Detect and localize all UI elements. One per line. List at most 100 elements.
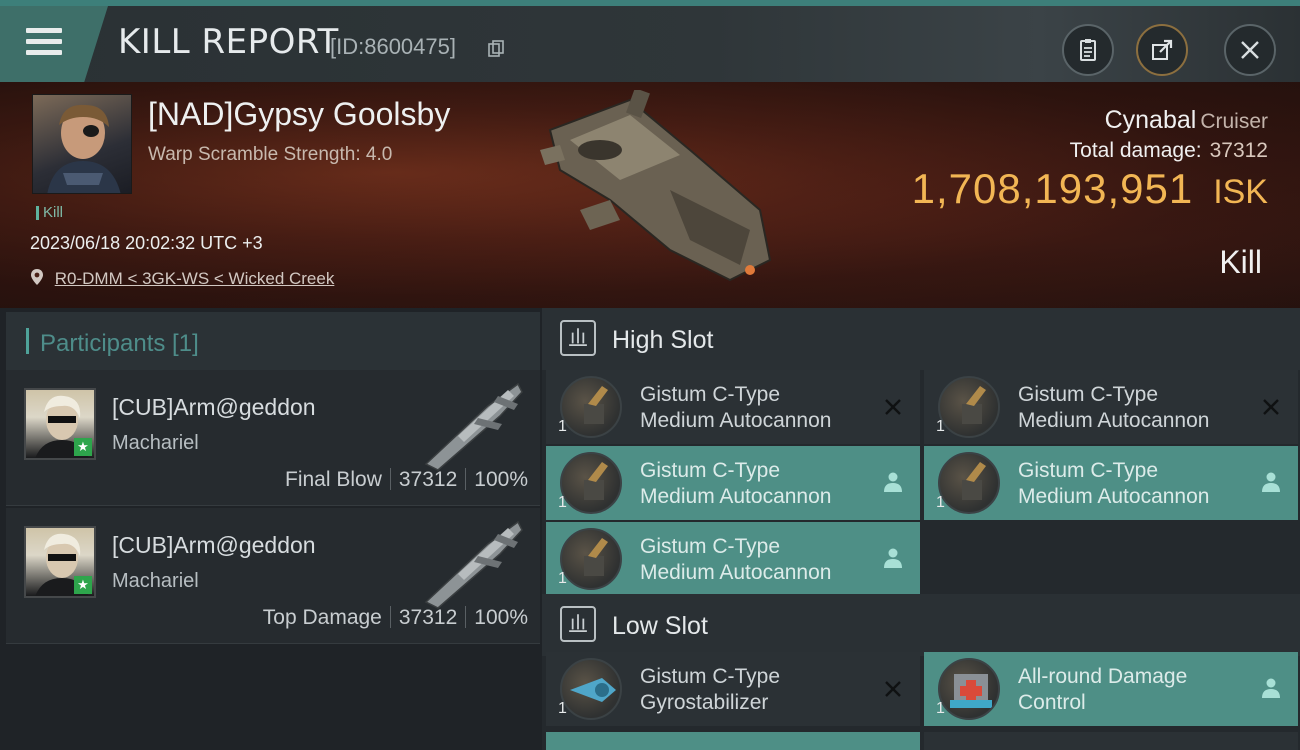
clipboard-icon — [1080, 39, 1096, 61]
participant-damage: 37312 — [398, 606, 458, 629]
module-name: Gistum C-Type Medium Autocannon — [640, 459, 832, 508]
module-qty: 1 — [936, 494, 945, 511]
high-slot-title: High Slot — [612, 326, 714, 354]
autocannon-icon — [560, 452, 622, 514]
x-icon — [885, 399, 901, 415]
module-name: Gistum C-Type Medium Autocannon — [640, 535, 832, 584]
total-damage-value: 37312 — [1209, 139, 1268, 162]
isk-line: 1,708,193,951 ISK — [912, 165, 1268, 213]
star-icon: ★ — [74, 438, 92, 456]
participant-ship-image — [424, 382, 523, 471]
victim-name[interactable]: [NAD]Gypsy Goolsby — [148, 96, 450, 133]
menu-button[interactable] — [0, 6, 108, 82]
autocannon-icon — [938, 452, 1000, 514]
kill-id: [ID:8600475] — [330, 34, 456, 59]
autocannon-icon — [560, 376, 622, 438]
module-qty: 1 — [558, 494, 567, 511]
module-item[interactable]: 1 Gistum C-Type Medium Autocannon — [546, 522, 920, 596]
kill-report-window: KILL REPORT [ID:8600475] [NAD]Gypsy Gool… — [0, 0, 1300, 750]
isk-value: 1,708,193,951 — [911, 165, 1194, 212]
module-qty: 1 — [558, 700, 567, 717]
participants-title: Participants [1] — [40, 330, 199, 357]
participants-header[interactable]: Participants [1] — [6, 312, 540, 372]
damage-control-icon — [938, 658, 1000, 720]
warp-scramble-strength: Warp Scramble Strength: 4.0 — [148, 144, 393, 165]
module-item[interactable]: 1 Gistum C-Type Medium Autocannon — [546, 446, 920, 520]
share-icon — [1152, 39, 1173, 60]
participant-ship-image — [424, 520, 523, 609]
star-icon: ★ — [74, 576, 92, 594]
close-icon — [1241, 41, 1259, 59]
module-item[interactable]: 1 Gistum C-Type Medium Autocannon — [924, 370, 1298, 444]
total-damage-label: Total damage: — [1069, 139, 1202, 162]
ship-type-line: Cynabal Cruiser — [912, 106, 1268, 135]
header-bar: KILL REPORT [ID:8600475] — [0, 0, 1300, 82]
module-name: Gistum C-Type Medium Autocannon — [640, 383, 832, 432]
location-pin-icon — [31, 269, 43, 285]
participant-stats: Top Damage 37312 100% — [263, 606, 528, 630]
total-damage-line: Total damage: 37312 — [912, 139, 1268, 163]
victim-ship-image — [540, 90, 772, 282]
kill-location[interactable]: R0-DMM < 3GK-WS < Wicked Creek — [30, 268, 334, 289]
module-name: Gistum C-Type Medium Autocannon — [1018, 383, 1210, 432]
victim-portrait[interactable] — [32, 94, 132, 194]
ship-class: Cruiser — [1200, 110, 1268, 133]
module-item[interactable]: 1 Gistum C-Type Medium Autocannon — [924, 446, 1298, 520]
participant-percent: 100% — [474, 468, 528, 491]
avatar[interactable]: ★ — [24, 526, 96, 598]
copy-icon[interactable] — [488, 40, 504, 58]
participant-percent: 100% — [474, 606, 528, 629]
module-item-partial[interactable] — [546, 732, 920, 750]
module-name: All-round Damage Control — [1018, 665, 1188, 714]
kill-tag: Kill — [36, 204, 63, 221]
participants-panel: Participants [1] ★ [CUB]Arm@geddon Macha… — [0, 308, 542, 750]
module-name: Gistum C-Type Gyrostabilizer — [640, 665, 781, 714]
clipboard-button[interactable] — [1062, 24, 1114, 76]
high-slot-icon — [560, 320, 596, 356]
result-label: Kill — [1219, 244, 1262, 280]
gyrostabilizer-icon — [560, 658, 622, 720]
share-button[interactable] — [1136, 24, 1188, 76]
isk-unit: ISK — [1213, 173, 1268, 211]
close-button[interactable] — [1224, 24, 1276, 76]
participant-role: Top Damage — [262, 606, 382, 629]
person-icon — [884, 548, 902, 568]
module-name: Gistum C-Type Medium Autocannon — [1018, 459, 1210, 508]
module-item[interactable]: 1 Gistum C-Type Gyrostabilizer — [546, 652, 920, 726]
module-item-partial[interactable] — [924, 732, 1298, 750]
person-icon — [1262, 678, 1280, 698]
person-icon — [884, 472, 902, 492]
person-icon — [1262, 472, 1280, 492]
participant-stats: Final Blow 37312 100% — [285, 468, 528, 492]
participant-name[interactable]: [CUB]Arm@geddon — [112, 532, 316, 559]
module-qty: 1 — [936, 700, 945, 717]
portrait-image — [47, 104, 121, 193]
participant-ship: Machariel — [112, 432, 199, 454]
low-slot-title: Low Slot — [612, 612, 708, 640]
ship-name[interactable]: Cynabal — [1105, 106, 1197, 134]
fitting-panel: High Slot 1 Gistum C-Type Medium Autocann… — [542, 308, 1300, 750]
ship-info: Cynabal Cruiser Total damage: 37312 1,708,… — [912, 106, 1268, 213]
x-icon — [1263, 399, 1279, 415]
module-qty: 1 — [558, 418, 567, 435]
low-slot-icon — [560, 606, 596, 642]
module-qty: 1 — [558, 570, 567, 587]
participant-row[interactable]: ★ [CUB]Arm@geddon Machariel Top Damage 37… — [6, 508, 540, 644]
module-item[interactable]: 1 Gistum C-Type Medium Autocannon — [546, 370, 920, 444]
victim-banner: [NAD]Gypsy Goolsby Warp Scramble Strengt… — [0, 82, 1300, 308]
participant-ship: Machariel — [112, 570, 199, 592]
avatar[interactable]: ★ — [24, 388, 96, 460]
participant-role: Final Blow — [285, 468, 382, 491]
high-slot-header: High Slot — [542, 308, 1300, 370]
page-title: KILL REPORT — [118, 22, 339, 62]
module-item[interactable]: 1 All-round Damage Control — [924, 652, 1298, 726]
module-qty: 1 — [936, 418, 945, 435]
autocannon-icon — [938, 376, 1000, 438]
participant-damage: 37312 — [398, 468, 458, 491]
participant-name[interactable]: [CUB]Arm@geddon — [112, 394, 316, 421]
location-link[interactable]: R0-DMM < 3GK-WS < Wicked Creek — [55, 269, 335, 288]
autocannon-icon — [560, 528, 622, 590]
x-icon — [885, 681, 901, 697]
participant-row[interactable]: ★ [CUB]Arm@geddon Machariel Final Blow 37… — [6, 370, 540, 506]
low-slot-header: Low Slot — [542, 594, 1300, 656]
